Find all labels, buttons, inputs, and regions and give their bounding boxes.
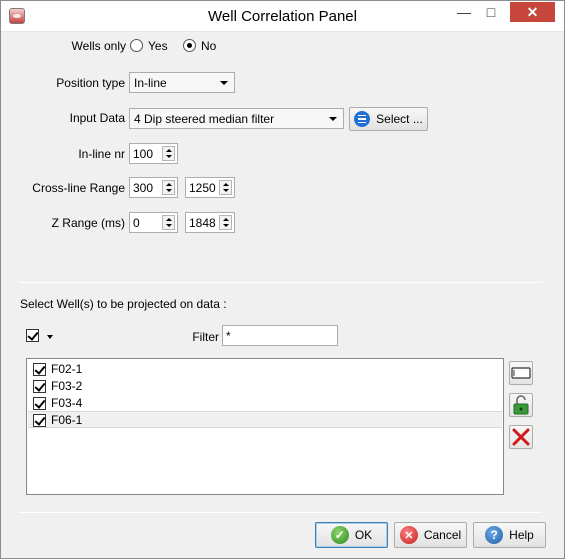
maximize-icon[interactable]: □ [478, 1, 504, 23]
z-start-spinbox[interactable]: 0 [129, 212, 178, 233]
inline-nr-value: 100 [133, 147, 154, 161]
close-icon[interactable]: ✕ [510, 2, 555, 22]
rename-button[interactable] [509, 361, 533, 385]
separator [19, 282, 542, 283]
ok-label: OK [354, 528, 373, 542]
wells-only-label: Wells only [71, 39, 126, 53]
spin-up-down-icon[interactable] [162, 146, 175, 161]
chevron-down-icon [220, 81, 228, 85]
z-range-label: Z Range (ms) [51, 216, 125, 230]
wells-only-yes-label: Yes [148, 39, 168, 53]
ok-check-icon: ✓ [330, 526, 349, 544]
title-bar: Well Correlation Panel — □ ✕ [1, 1, 564, 32]
well-checkbox[interactable] [33, 414, 46, 427]
spin-up-down-icon[interactable] [219, 215, 232, 230]
input-data-select[interactable]: 4 Dip steered median filter [129, 108, 344, 129]
position-type-label: Position type [56, 76, 125, 90]
well-checkbox[interactable] [33, 397, 46, 410]
well-checkbox[interactable] [33, 380, 46, 393]
chevron-down-icon [329, 117, 337, 121]
wells-only-no-radio[interactable] [183, 39, 196, 52]
wells-only-no-label: No [201, 39, 217, 53]
crossline-start-spinbox[interactable]: 300 [129, 177, 178, 198]
position-type-value: In-line [134, 76, 167, 90]
well-checkbox[interactable] [33, 363, 46, 376]
cancel-button[interactable]: ✕ Cancel [394, 522, 467, 548]
cancel-label: Cancel [423, 528, 462, 542]
select-list-icon [354, 111, 371, 127]
select-input-label: Select ... [376, 112, 423, 126]
delete-x-icon [512, 428, 530, 446]
list-item[interactable]: F06-1 [28, 411, 502, 428]
well-name: F02-1 [51, 362, 83, 376]
well-name: F06-1 [51, 413, 83, 427]
ok-button[interactable]: ✓ OK [315, 522, 388, 548]
crossline-range-label: Cross-line Range [32, 181, 125, 195]
z-start-value: 0 [133, 216, 140, 230]
position-type-select[interactable]: In-line [129, 72, 235, 93]
crossline-start-value: 300 [133, 181, 154, 195]
help-question-icon: ? [485, 526, 504, 544]
z-stop-value: 1848 [189, 216, 216, 230]
delete-button[interactable] [509, 425, 533, 449]
spin-up-down-icon[interactable] [162, 215, 175, 230]
wells-section-heading: Select Well(s) to be projected on data : [20, 297, 227, 311]
minimize-icon[interactable]: — [451, 1, 477, 23]
spin-up-down-icon[interactable] [162, 180, 175, 195]
spin-up-down-icon[interactable] [219, 180, 232, 195]
wells-only-yes-radio[interactable] [130, 39, 143, 52]
inline-nr-label: In-line nr [78, 147, 125, 161]
input-data-label: Input Data [69, 111, 125, 125]
list-item[interactable]: F03-4 [28, 395, 502, 412]
wells-list[interactable]: F02-1 F03-2 F03-4 F06-1 [26, 358, 504, 495]
filter-label: Filter [192, 330, 219, 344]
inline-nr-spinbox[interactable]: 100 [129, 143, 178, 164]
crossline-stop-spinbox[interactable]: 1250 [185, 177, 235, 198]
select-all-checkbox[interactable] [26, 329, 39, 342]
crossline-stop-value: 1250 [189, 181, 216, 195]
list-item[interactable]: F03-2 [28, 378, 502, 395]
well-correlation-dialog: Well Correlation Panel — □ ✕ Wells only … [0, 0, 565, 559]
separator [19, 512, 542, 513]
unlock-button[interactable] [509, 393, 533, 417]
select-input-button[interactable]: Select ... [349, 107, 428, 131]
rename-icon [511, 367, 531, 379]
list-item[interactable]: F02-1 [28, 361, 502, 378]
cancel-x-icon: ✕ [399, 526, 418, 544]
help-label: Help [509, 528, 534, 542]
filter-input[interactable]: * [222, 325, 338, 346]
help-button[interactable]: ? Help [473, 522, 546, 548]
input-data-value: 4 Dip steered median filter [134, 112, 275, 126]
well-name: F03-4 [51, 396, 83, 410]
z-stop-spinbox[interactable]: 1848 [185, 212, 235, 233]
chevron-down-icon[interactable] [47, 335, 53, 339]
unlock-icon [513, 395, 529, 415]
well-name: F03-2 [51, 379, 83, 393]
